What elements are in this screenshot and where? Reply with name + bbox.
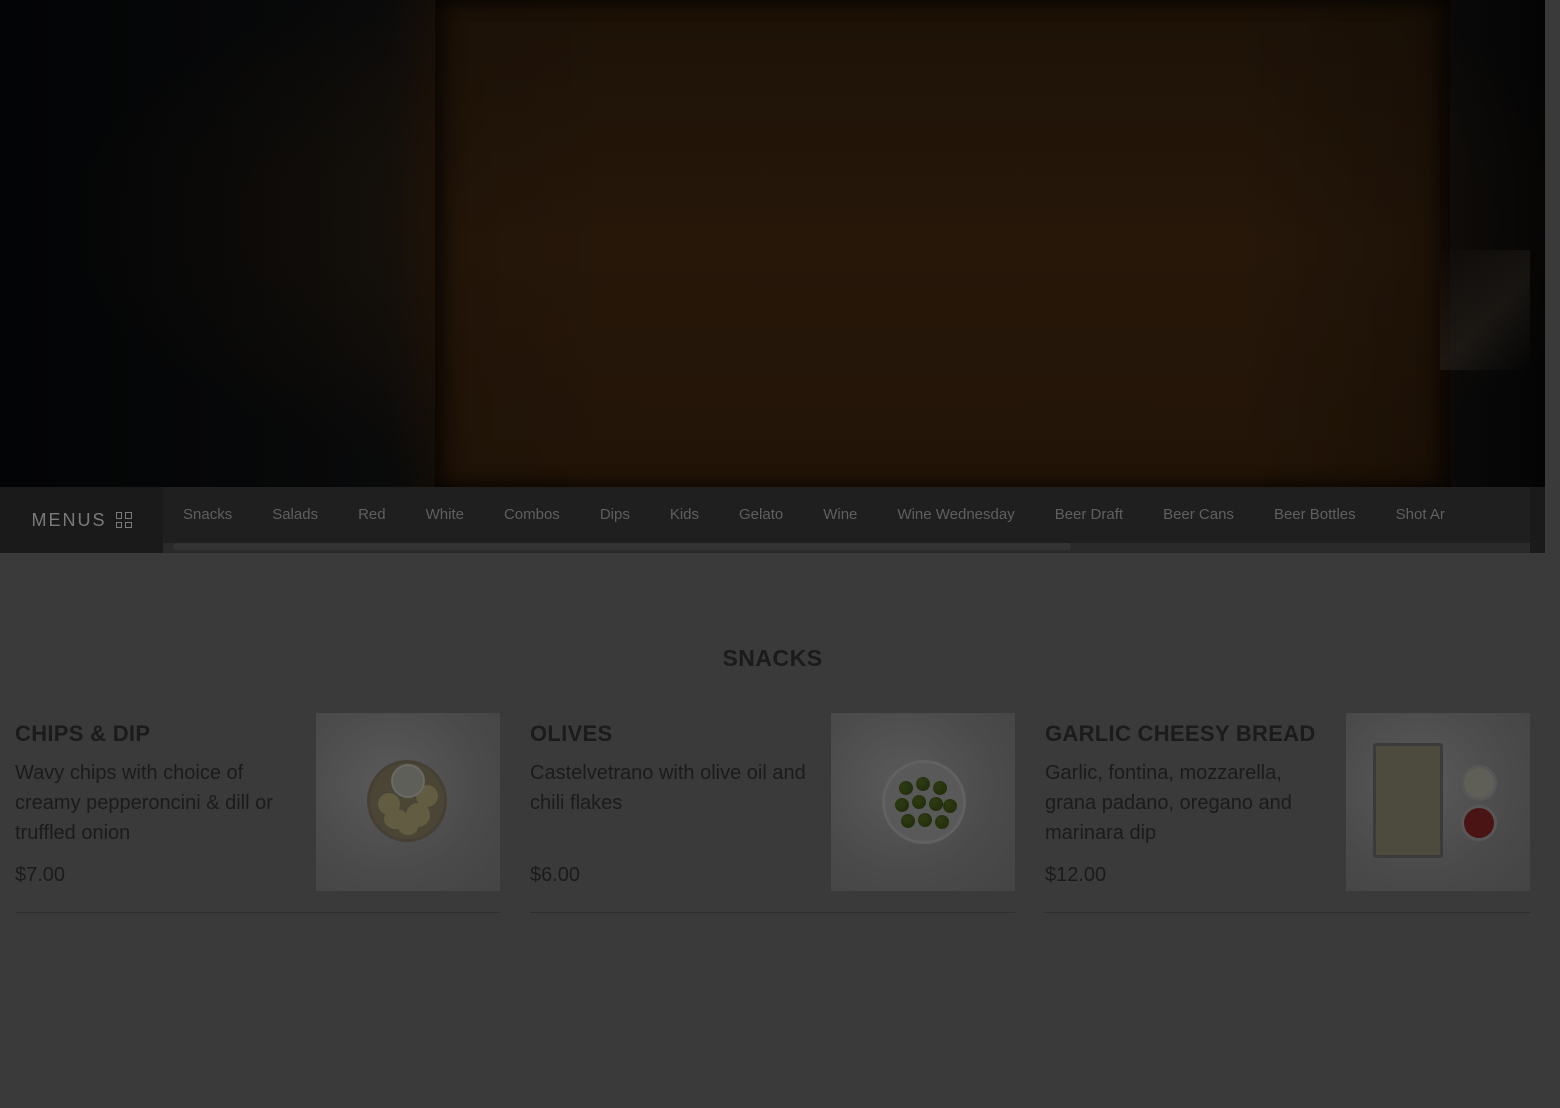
tab-dips[interactable]: Dips xyxy=(580,487,650,543)
menus-label: MENUS xyxy=(31,509,107,530)
tabs-scrollbar-thumb[interactable] xyxy=(173,543,1071,550)
tab-wine-wednesday[interactable]: Wine Wednesday xyxy=(877,487,1034,543)
tab-beer-draft[interactable]: Beer Draft xyxy=(1035,487,1143,543)
tab-kids[interactable]: Kids xyxy=(650,487,719,543)
menu-item-name: CHIPS & DIP xyxy=(15,721,151,746)
menu-item-card[interactable]: GARLIC CHEESY BREAD Garlic, fontina, moz… xyxy=(1045,713,1530,913)
menu-item-description: Garlic, fontina, mozzarella, grana padan… xyxy=(1045,762,1292,844)
menu-item-card[interactable]: CHIPS & DIP Wavy chips with choice of cr… xyxy=(15,713,500,913)
hero-image xyxy=(0,0,1545,553)
tab-red[interactable]: Red xyxy=(338,487,406,543)
tab-snacks[interactable]: Snacks xyxy=(163,487,252,543)
tab-shot-ar[interactable]: Shot Ar xyxy=(1376,487,1465,543)
tab-wine[interactable]: Wine xyxy=(803,487,877,543)
menu-item-price: $12.00 xyxy=(1045,864,1107,886)
menus-toggle-button[interactable]: MENUS xyxy=(0,487,163,553)
menu-category-tabs: Snacks Salads Red White Combos Dips Kids Gelato… xyxy=(163,487,1530,543)
tab-gelato[interactable]: Gelato xyxy=(719,487,803,543)
menu-item-card[interactable]: OLIVES Castelvetrano with olive oil and … xyxy=(530,713,1015,913)
menu-item-description: Wavy chips with choice of creamy peppero… xyxy=(15,762,273,844)
tab-white[interactable]: White xyxy=(406,487,484,543)
menu-item-description: Castelvetrano with olive oil and chili f… xyxy=(530,762,806,814)
chips-dip-photo xyxy=(316,713,500,891)
tab-beer-cans[interactable]: Beer Cans xyxy=(1143,487,1254,543)
olives-photo xyxy=(831,713,1015,891)
cheesy-bread-photo xyxy=(1346,713,1530,891)
menu-item-price: $7.00 xyxy=(15,864,66,886)
tab-combos[interactable]: Combos xyxy=(484,487,580,543)
tabs-scrollbar[interactable] xyxy=(163,543,1530,553)
section-title: SNACKS xyxy=(722,645,823,671)
menu-item-name: OLIVES xyxy=(530,721,613,746)
menu-item-price: $6.00 xyxy=(530,864,581,886)
menu-item-name: GARLIC CHEESY BREAD xyxy=(1045,721,1316,746)
grid-icon xyxy=(115,512,132,528)
tab-beer-bottles[interactable]: Beer Bottles xyxy=(1254,487,1376,543)
tab-salads[interactable]: Salads xyxy=(252,487,338,543)
